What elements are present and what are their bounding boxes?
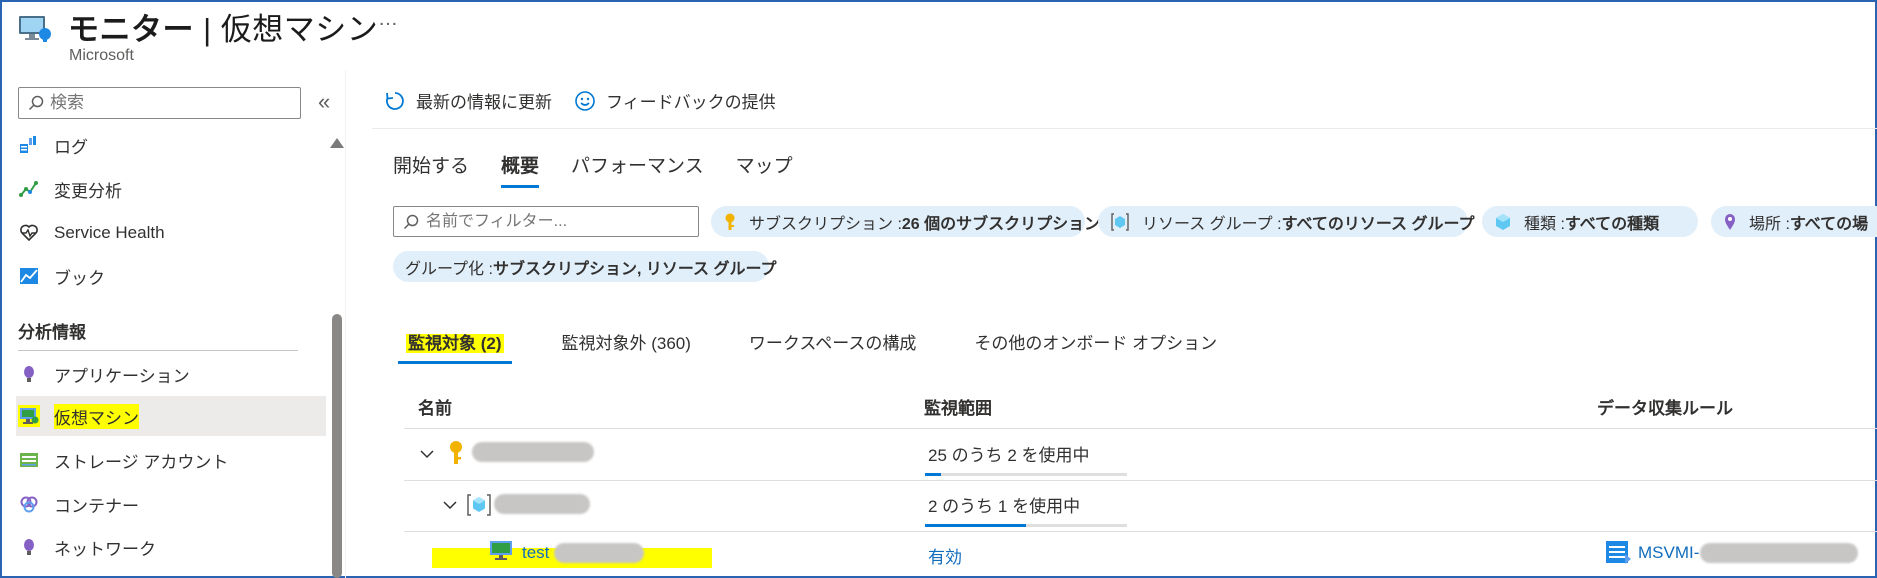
coverage-progress: [925, 524, 1127, 527]
coverage-text: 2 のうち 1 を使用中: [928, 497, 1081, 516]
resource-group-filter-pill[interactable]: リソース グループ : すべてのリソース グループ: [1098, 206, 1475, 237]
tab-workspace-config[interactable]: ワークスペースの構成: [741, 327, 924, 364]
sidebar-item-label: ログ: [54, 137, 88, 157]
monitoring-tabs: 監視対象 (2) 監視対象外 (360) ワークスペースの構成 その他のオンボー…: [398, 327, 1267, 364]
sidebar-item-networks[interactable]: ネットワーク: [16, 527, 326, 567]
cube-icon: [1494, 213, 1512, 231]
name-filter-input[interactable]: [426, 211, 691, 232]
sidebar-item-workbooks[interactable]: ブック: [16, 256, 326, 296]
tab-monitored[interactable]: 監視対象 (2): [398, 327, 512, 364]
sidebar-search-input[interactable]: [50, 92, 290, 114]
log-icon: [18, 134, 40, 156]
sidebar-item-logs[interactable]: ログ: [16, 125, 326, 165]
search-icon: [28, 95, 44, 111]
coverage-text: 25 のうち 2 を使用中: [928, 446, 1090, 465]
change-analysis-icon: [18, 178, 40, 200]
sidebar-item-label: ブック: [54, 268, 105, 288]
key-icon: [723, 213, 737, 231]
monitor-vm-icon: [19, 16, 51, 42]
feedback-button[interactable]: フィードバックの提供: [574, 88, 776, 113]
toolbar-divider: [372, 128, 1877, 129]
search-icon: [403, 214, 419, 230]
redacted-subscription-name: [472, 442, 594, 462]
coverage-progress-fill: [925, 524, 1026, 527]
sidebar-item-change-analysis[interactable]: 変更分析: [16, 169, 326, 209]
chevron-down-icon[interactable]: [420, 447, 434, 461]
tab-unmonitored[interactable]: 監視対象外 (360): [554, 327, 699, 364]
sidebar-section-insights: 分析情報: [18, 323, 86, 342]
sidebar-item-label: ネットワーク: [54, 539, 156, 559]
sidebar-item-applications[interactable]: アプリケーション: [16, 354, 326, 394]
sidebar-search[interactable]: [18, 87, 301, 119]
name-filter[interactable]: [393, 206, 699, 237]
row-divider: [404, 531, 1877, 532]
key-icon: [450, 441, 462, 464]
monitoring-status-link[interactable]: 有効: [928, 543, 962, 568]
feedback-label: フィードバックの提供: [606, 93, 776, 112]
collapse-sidebar-button[interactable]: «: [318, 89, 330, 115]
storage-icon: [18, 449, 40, 471]
virtual-machine-icon: [18, 405, 40, 427]
page-subtitle: Microsoft: [69, 47, 134, 64]
workbook-icon: [18, 265, 40, 287]
subscription-filter-pill[interactable]: サブスクリプション : 26 個のサブスクリプション: [711, 206, 1100, 237]
lightbulb-icon: [18, 363, 40, 385]
command-bar: 最新の情報に更新 フィードバックの提供: [384, 88, 798, 113]
lightbulb-icon: [18, 536, 40, 558]
tab-map[interactable]: マップ: [736, 151, 793, 188]
coverage-progress-fill: [925, 473, 942, 476]
more-options-button[interactable]: …: [378, 8, 398, 31]
container-icon: [18, 493, 40, 515]
data-collection-rule-icon: [1606, 541, 1631, 564]
column-header-name[interactable]: 名前: [418, 394, 452, 419]
sidebar-item-label: アプリケーション: [54, 366, 190, 386]
scroll-up-arrow[interactable]: [330, 138, 344, 148]
chevron-down-icon[interactable]: [443, 498, 457, 512]
main-tabs: 開始する 概要 パフォーマンス マップ: [393, 151, 825, 188]
redacted-resource-group-name: [494, 494, 590, 514]
row-divider: [404, 480, 1877, 481]
sidebar-item-storage-accounts[interactable]: ストレージ アカウント: [16, 440, 326, 480]
column-header-dcr[interactable]: データ収集ルール: [1597, 394, 1733, 419]
heart-icon: [18, 222, 40, 244]
sidebar-separator: [345, 70, 346, 578]
sidebar-item-label: コンテナー: [54, 496, 139, 516]
sidebar-item-containers[interactable]: コンテナー: [16, 484, 326, 524]
virtual-machine-icon: [490, 541, 512, 560]
resource-group-icon: [467, 494, 491, 516]
refresh-label: 最新の情報に更新: [416, 93, 552, 112]
sidebar-item-label: 仮想マシン: [54, 403, 139, 429]
tab-performance[interactable]: パフォーマンス: [571, 151, 704, 188]
smiley-icon: [575, 90, 595, 111]
location-pin-icon: [1723, 213, 1737, 231]
refresh-icon: [386, 91, 404, 110]
redacted-dcr-name: [1700, 543, 1858, 563]
redacted-vm-name: [554, 543, 644, 563]
sidebar-item-label: ストレージ アカウント: [54, 452, 229, 472]
location-filter-pill[interactable]: 場所 : すべての場: [1711, 206, 1877, 237]
sidebar-item-label: Service Health: [54, 223, 165, 242]
coverage-progress: [925, 473, 1127, 476]
column-header-coverage[interactable]: 監視範囲: [924, 394, 992, 419]
tab-get-started[interactable]: 開始する: [393, 151, 469, 188]
sidebar-divider: [18, 350, 298, 351]
tab-overview[interactable]: 概要: [501, 151, 540, 188]
type-filter-pill[interactable]: 種類 : すべての種類: [1482, 206, 1698, 237]
sidebar-item-virtual-machines[interactable]: 仮想マシン: [16, 396, 326, 436]
tab-other-onboarding[interactable]: その他のオンボード オプション: [966, 327, 1225, 364]
page-title: モニター | 仮想マシン: [68, 12, 379, 47]
resource-group-icon: [1110, 212, 1130, 231]
group-by-pill[interactable]: グループ化 : サブスクリプション, リソース グループ: [393, 251, 777, 282]
sidebar-scrollbar-thumb[interactable]: [332, 314, 342, 578]
refresh-button[interactable]: 最新の情報に更新: [384, 88, 552, 113]
vm-name-link[interactable]: test: [522, 543, 549, 563]
sidebar-item-label: 変更分析: [54, 181, 122, 201]
sidebar-item-service-health[interactable]: Service Health: [16, 213, 326, 253]
header-divider: [404, 428, 1877, 429]
dcr-link[interactable]: MSVMI-: [1638, 543, 1699, 563]
